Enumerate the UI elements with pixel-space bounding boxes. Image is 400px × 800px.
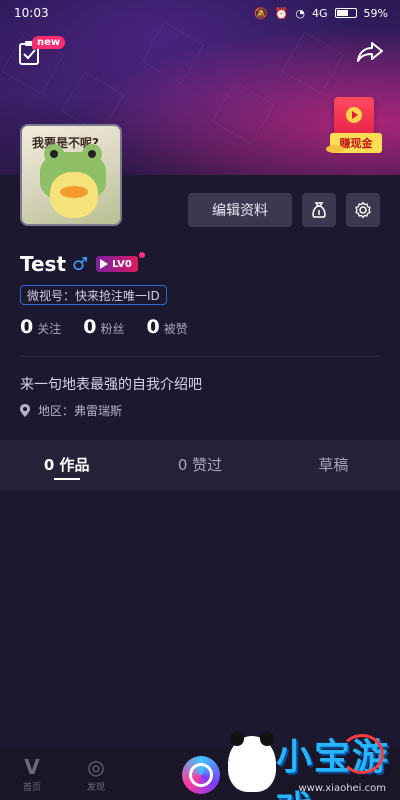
battery-percent: 59% (363, 6, 388, 20)
task-checklist-button[interactable]: new (18, 36, 66, 68)
status-bar: 10:03 🔕 ⏰ ◔ 4G 59% (0, 0, 400, 26)
stat-likes-received[interactable]: 0 被赞 (147, 316, 188, 338)
profile-name: Test (20, 252, 67, 276)
profile-name-row: Test ♂ LV0 (20, 252, 145, 276)
profile-bio[interactable]: 来一句地表最强的自我介绍吧 (20, 374, 202, 394)
nav-label: 首页 (22, 782, 41, 793)
top-action-row: new (18, 36, 384, 70)
profile-region: 地区：弗雷瑞斯 (20, 402, 122, 419)
discover-icon: ◎ (87, 754, 105, 779)
avatar[interactable]: 我要是不呢? (20, 124, 122, 226)
site-watermark: 小宝游戏 www.xiaohei.com (204, 726, 394, 800)
share-button[interactable] (356, 40, 384, 68)
profile-actions: 编辑资料 (188, 193, 380, 227)
nav-label: 发现 (86, 782, 105, 793)
stat-label: 粉丝 (100, 322, 125, 336)
nav-discover[interactable]: ◎ 发现 (64, 756, 128, 793)
location-pin-icon (20, 404, 30, 417)
home-v-icon: V (24, 754, 40, 779)
profile-stats: 0 关注 0 粉丝 0 被赞 (20, 316, 188, 338)
level-badge[interactable]: LV0 (96, 252, 145, 272)
notification-dot (138, 252, 145, 258)
watermark-url: www.xiaohei.com (298, 783, 386, 794)
region-text: 地区：弗雷瑞斯 (38, 404, 123, 418)
hex-pattern (211, 81, 275, 145)
new-badge: new (32, 36, 66, 49)
level-label: LV0 (112, 258, 132, 270)
wifi-icon: ◔ (295, 6, 306, 20)
tab-liked[interactable]: 0 赞过 (133, 440, 266, 490)
money-bag-icon (312, 202, 326, 218)
wallet-button[interactable] (302, 193, 336, 227)
duck-beak (60, 186, 88, 198)
tab-works[interactable]: 0 作品 (0, 440, 133, 490)
frog-eye (44, 144, 64, 164)
stat-label: 被赞 (163, 322, 188, 336)
gear-icon (355, 201, 371, 219)
share-arrow-icon (357, 42, 383, 62)
frog-eye (82, 144, 102, 164)
earn-cash-banner[interactable]: 赚现金 (326, 95, 386, 161)
duck-face-illustration (50, 172, 98, 218)
battery-icon (334, 8, 357, 18)
signal-label: 4G (312, 6, 328, 20)
alarm-icon: ⏰ (274, 6, 289, 20)
stat-label: 关注 (37, 322, 62, 336)
stat-following[interactable]: 0 关注 (20, 316, 61, 338)
status-time: 10:03 (14, 6, 49, 20)
tab-drafts[interactable]: 草稿 (267, 440, 400, 490)
nav-home[interactable]: V 首页 (0, 756, 64, 793)
stat-number: 0 (83, 316, 97, 338)
panda-mascot-icon (228, 732, 276, 792)
status-icons: 🔕 ⏰ ◔ 4G 59% (254, 7, 388, 20)
settings-button[interactable] (346, 193, 380, 227)
edit-profile-button[interactable]: 编辑资料 (188, 193, 292, 227)
stat-number: 0 (146, 316, 160, 338)
stat-followers[interactable]: 0 粉丝 (83, 316, 124, 338)
male-gender-icon: ♂ (72, 253, 89, 275)
weishi-id-tag[interactable]: 微视号：快来抢注唯一ID (20, 285, 167, 305)
mute-icon: 🔕 (254, 6, 268, 20)
play-icon (346, 107, 362, 123)
stat-number: 0 (20, 316, 34, 338)
coins-icon (326, 145, 344, 153)
game-badge-icon (340, 734, 384, 774)
divider (20, 356, 380, 357)
content-tabs: 0 作品 0 赞过 草稿 (0, 440, 400, 490)
